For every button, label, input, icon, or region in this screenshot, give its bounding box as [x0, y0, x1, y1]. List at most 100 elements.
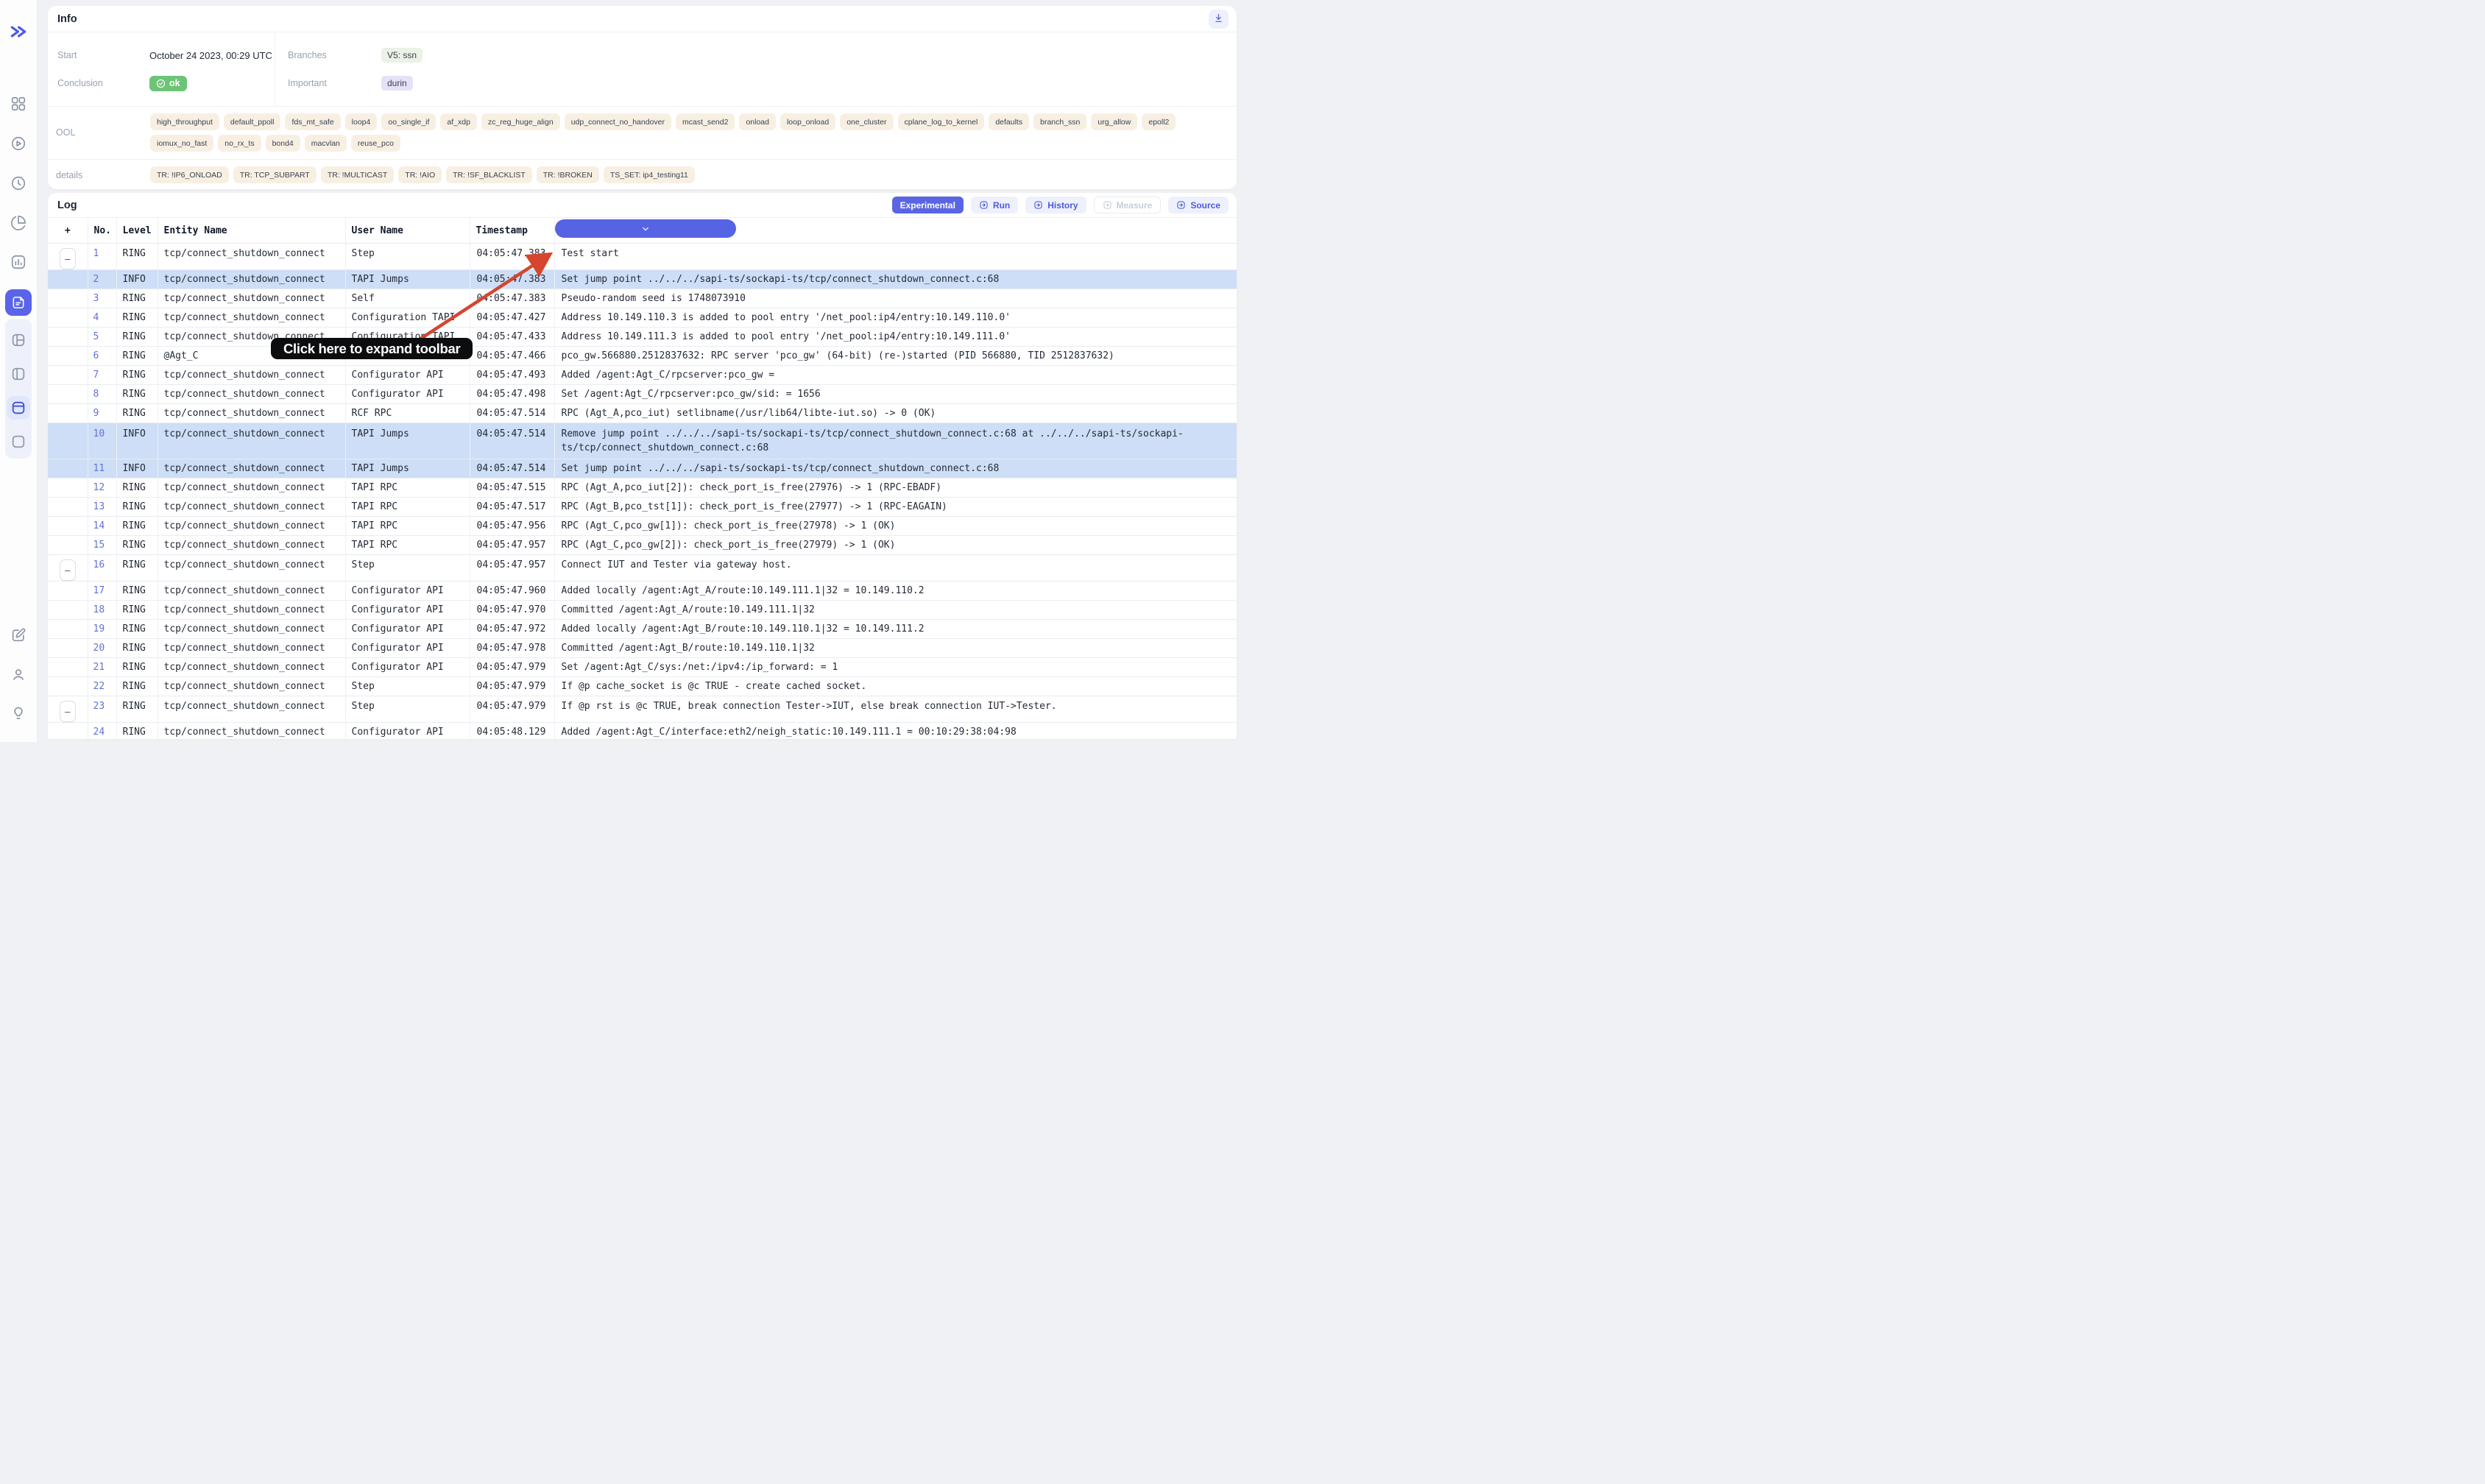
source-button[interactable]: Source: [1168, 197, 1229, 213]
row-number[interactable]: 11: [88, 459, 116, 478]
row-number[interactable]: 24: [88, 723, 116, 740]
branch-chip[interactable]: V5: ssn: [381, 48, 423, 63]
row-number[interactable]: 7: [88, 366, 116, 385]
ool-tag[interactable]: default_ppoll: [224, 113, 281, 130]
play-circle-icon[interactable]: [10, 135, 26, 152]
details-tag[interactable]: TR: !MULTICAST: [321, 166, 394, 183]
ool-tag[interactable]: cplane_log_to_kernel: [898, 113, 985, 130]
run-button[interactable]: Run: [971, 197, 1018, 213]
ool-tag[interactable]: onload: [739, 113, 776, 130]
panel-left-icon[interactable]: [10, 357, 26, 391]
log-document-icon-active[interactable]: [5, 289, 32, 316]
collapse-row-button[interactable]: –: [60, 248, 76, 269]
row-number[interactable]: 12: [88, 478, 116, 498]
row-entity-name: tcp/connect_shutdown_connect: [158, 385, 345, 404]
row-user-name: Configurator API: [345, 620, 470, 639]
row-log-message: Committed /agent:Agt_A/route:10.149.111.…: [554, 601, 1237, 620]
ool-tag[interactable]: udp_connect_no_handover: [565, 113, 671, 130]
ool-tag[interactable]: oo_single_if: [381, 113, 436, 130]
row-number[interactable]: 19: [88, 620, 116, 639]
details-tag[interactable]: TS_SET: ip4_testing11: [604, 166, 695, 183]
open-link-icon: [979, 200, 989, 210]
ool-tag[interactable]: high_throughput: [150, 113, 219, 130]
details-tag[interactable]: TR: !IP6_ONLOAD: [150, 166, 229, 183]
expand-all-header[interactable]: +: [48, 218, 88, 244]
row-log-message: Added /agent:Agt_C/interface:eth2/neigh_…: [554, 723, 1237, 740]
ool-tag[interactable]: iomux_no_fast: [150, 135, 213, 152]
row-number[interactable]: 17: [88, 582, 116, 601]
expander-cell: [48, 677, 88, 696]
row-number[interactable]: 16: [88, 555, 116, 582]
details-tag[interactable]: TR: !BROKEN: [537, 166, 599, 183]
row-number[interactable]: 18: [88, 601, 116, 620]
row-number[interactable]: 22: [88, 677, 116, 696]
ool-tag[interactable]: zc_reg_huge_align: [481, 113, 560, 130]
row-number[interactable]: 9: [88, 404, 116, 423]
row-log-message: Set /agent:Agt_C/sys:/net:/ipv4:/ip_forw…: [554, 658, 1237, 677]
row-number[interactable]: 23: [88, 696, 116, 723]
ool-tag[interactable]: macvlan: [305, 135, 347, 152]
details-tag[interactable]: TR: !SF_BLACKLIST: [446, 166, 532, 183]
dashboard-grid-icon[interactable]: [10, 96, 26, 112]
bar-chart-icon[interactable]: [10, 254, 26, 270]
important-chip[interactable]: durin: [381, 76, 413, 91]
ool-tag[interactable]: bond4: [266, 135, 300, 152]
expand-toolbar-button[interactable]: [555, 219, 736, 238]
ool-tag[interactable]: fds_mt_safe: [285, 113, 340, 130]
ool-tag[interactable]: no_rx_ts: [218, 135, 261, 152]
expander-cell: [48, 601, 88, 620]
ool-tag[interactable]: epoll2: [1142, 113, 1176, 130]
user-profile-icon[interactable]: [10, 667, 26, 683]
row-number[interactable]: 14: [88, 517, 116, 536]
panel-top-icon-selected[interactable]: [7, 391, 30, 425]
row-number[interactable]: 21: [88, 658, 116, 677]
row-level: RING: [116, 517, 158, 536]
collapse-row-button[interactable]: –: [60, 701, 76, 722]
expander-cell: [48, 308, 88, 328]
logo-double-chevron-icon[interactable]: [9, 22, 28, 41]
download-button[interactable]: [1209, 10, 1229, 29]
row-number[interactable]: 4: [88, 308, 116, 328]
experimental-button[interactable]: Experimental: [892, 197, 964, 213]
collapse-row-button[interactable]: –: [60, 559, 76, 581]
history-button[interactable]: History: [1025, 197, 1086, 213]
ool-tag[interactable]: defaults: [989, 113, 1029, 130]
ool-tag[interactable]: one_cluster: [840, 113, 893, 130]
row-number[interactable]: 3: [88, 289, 116, 308]
expander-cell: [48, 385, 88, 404]
ool-tag[interactable]: af_xdp: [440, 113, 477, 130]
edit-pencil-icon[interactable]: [10, 627, 26, 643]
row-number[interactable]: 10: [88, 423, 116, 459]
row-number[interactable]: 2: [88, 270, 116, 289]
row-entity-name: tcp/connect_shutdown_connect: [158, 639, 345, 658]
row-number[interactable]: 5: [88, 328, 116, 347]
ool-tag[interactable]: loop4: [345, 113, 378, 130]
row-number[interactable]: 13: [88, 498, 116, 517]
row-level: RING: [116, 639, 158, 658]
history-clock-icon[interactable]: [10, 175, 26, 191]
log-row: 10INFOtcp/connect_shutdown_connectTAPI J…: [48, 423, 1237, 459]
row-number[interactable]: 15: [88, 536, 116, 555]
ool-tag[interactable]: reuse_pco: [351, 135, 400, 152]
panel-left-split-icon[interactable]: [10, 323, 26, 357]
ool-tag[interactable]: urg_allow: [1091, 113, 1137, 130]
row-number[interactable]: 1: [88, 244, 116, 270]
pie-chart-icon[interactable]: [10, 215, 26, 231]
ool-tag[interactable]: branch_ssn: [1033, 113, 1086, 130]
row-number[interactable]: 6: [88, 347, 116, 366]
ool-tag[interactable]: mcast_send2: [676, 113, 735, 130]
ool-section: OOL high_throughputdefault_ppollfds_mt_s…: [48, 107, 1237, 160]
row-level: RING: [116, 696, 158, 723]
idea-bulb-icon[interactable]: [10, 705, 26, 721]
conclusion-ok-badge: ok: [149, 76, 187, 91]
expander-cell: [48, 658, 88, 677]
ool-tag[interactable]: loop_onload: [780, 113, 835, 130]
row-log-message: RPC (Agt_A,pco_iut) setlibname(/usr/lib6…: [554, 404, 1237, 423]
details-tag[interactable]: TR: TCP_SUBPART: [233, 166, 317, 183]
row-timestamp: 04:05:47.433: [470, 328, 554, 347]
row-number[interactable]: 20: [88, 639, 116, 658]
row-level: RING: [116, 620, 158, 639]
row-number[interactable]: 8: [88, 385, 116, 404]
details-tag[interactable]: TR: !AIO: [398, 166, 442, 183]
panel-frame-icon[interactable]: [10, 425, 26, 459]
